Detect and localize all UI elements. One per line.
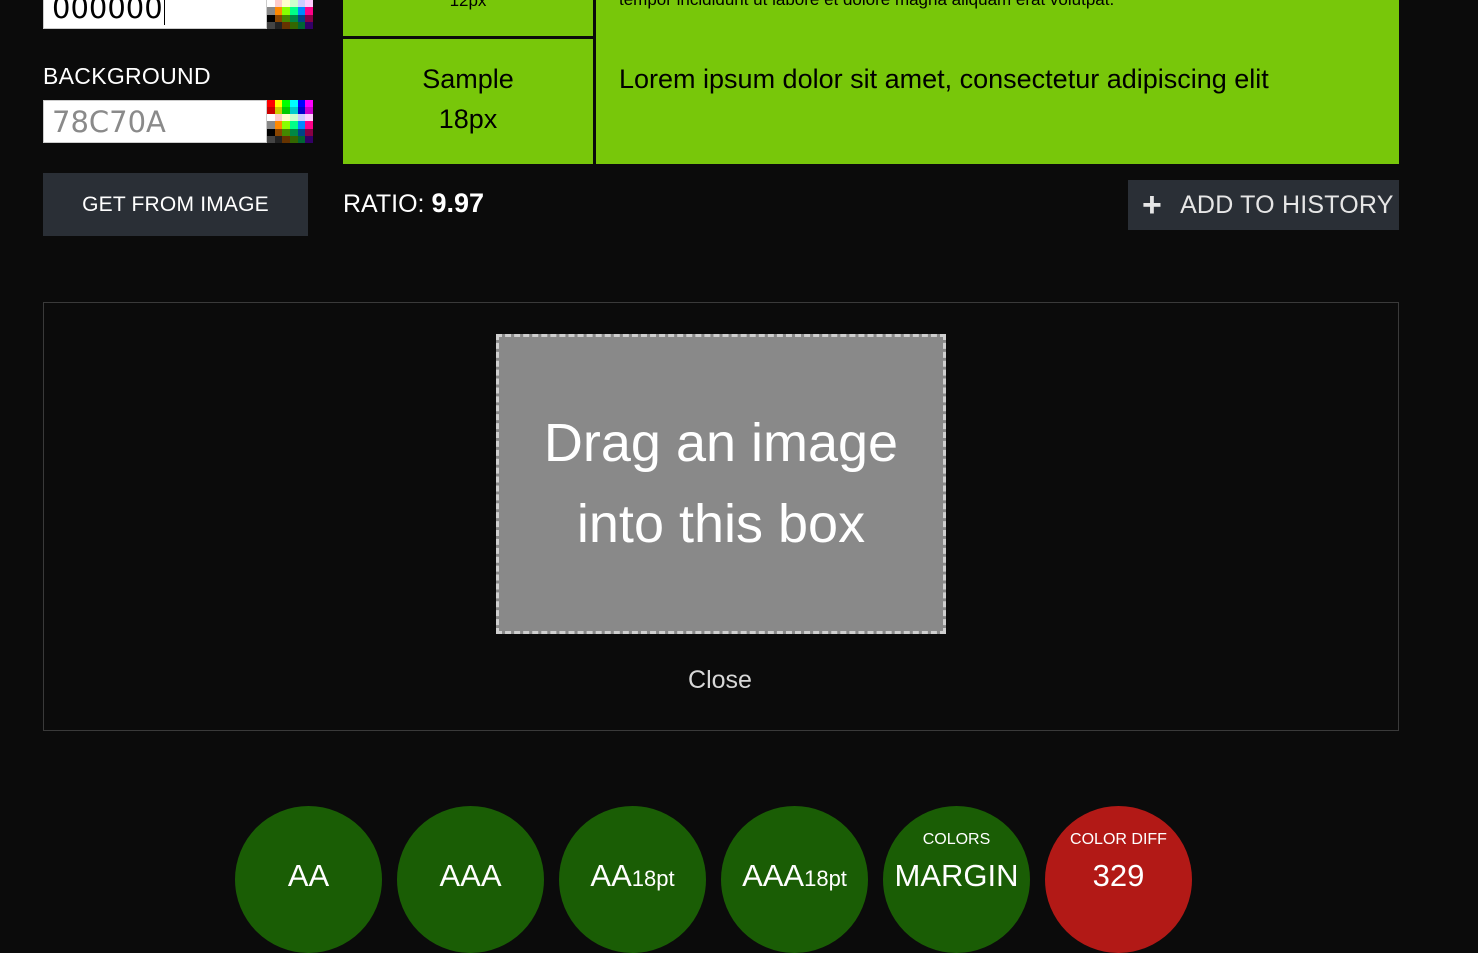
ratio-value: 9.97	[431, 188, 484, 218]
badge-color-diff: COLOR DIFF 329	[1045, 806, 1192, 953]
sample-small-label: 12px	[449, 0, 487, 10]
add-to-history-label: ADD TO HISTORY	[1180, 190, 1394, 219]
badge-aaa-label: AAA	[439, 858, 502, 893]
background-placeholder: 78C70A	[52, 105, 166, 139]
badge-aaa-18pt: AAA18pt	[721, 806, 868, 953]
contrast-ratio: RATIO: 9.97	[343, 188, 484, 219]
foreground-input-group: 000000​	[43, 0, 313, 29]
ratio-label: RATIO:	[343, 190, 425, 218]
sample-large-label-line1: Sample	[422, 64, 514, 94]
badge-color-diff-top: COLOR DIFF	[1070, 831, 1167, 848]
badge-colors-margin: COLORS MARGIN	[883, 806, 1030, 953]
drop-zone-line2: into this box	[576, 494, 866, 554]
sample-divider-vertical	[593, 0, 596, 164]
plus-icon: +	[1142, 186, 1163, 224]
add-to-history-button[interactable]: + ADD TO HISTORY	[1128, 180, 1399, 230]
color-palette-icon[interactable]	[267, 0, 313, 29]
badge-aa-18pt: AA18pt	[559, 806, 706, 953]
foreground-input[interactable]: 000000​	[43, 0, 267, 29]
badge-aa-18pt-label: AA	[590, 858, 632, 893]
sample-large-label-line2: 18px	[438, 104, 498, 134]
badge-aa-18pt-suffix: 18pt	[631, 866, 675, 891]
sample-large-text: Lorem ipsum dolor sit amet, consectetur …	[619, 64, 1269, 94]
color-palette-icon[interactable]	[267, 100, 313, 143]
badge-aaa-18pt-label: AAA	[742, 858, 805, 893]
close-link[interactable]: Close	[640, 666, 800, 695]
get-from-image-button[interactable]: GET FROM IMAGE	[43, 173, 308, 236]
text-cursor: ​	[163, 0, 165, 25]
background-label: BACKGROUND	[43, 63, 211, 89]
badge-margin-label: MARGIN	[894, 858, 1019, 893]
image-drop-zone[interactable]: Drag an image into this box	[496, 334, 946, 634]
foreground-value: 000000	[52, 0, 163, 25]
background-input-group: 78C70A	[43, 100, 313, 143]
badge-color-diff-value: 329	[1092, 858, 1145, 893]
sample-divider-horizontal	[343, 36, 593, 39]
badge-aaa-18pt-suffix: 18pt	[804, 866, 847, 891]
drop-zone-line1: Drag an image	[543, 413, 899, 473]
badge-aa: AA	[235, 806, 382, 953]
badge-aaa: AAA	[397, 806, 544, 953]
background-input[interactable]: 78C70A	[43, 100, 267, 143]
badge-colors-top: COLORS	[922, 831, 991, 848]
badge-aa-label: AA	[287, 858, 330, 893]
sample-small-text: tempor incididunt ut labore et dolore ma…	[619, 0, 1379, 10]
get-from-image-label: GET FROM IMAGE	[82, 192, 269, 216]
